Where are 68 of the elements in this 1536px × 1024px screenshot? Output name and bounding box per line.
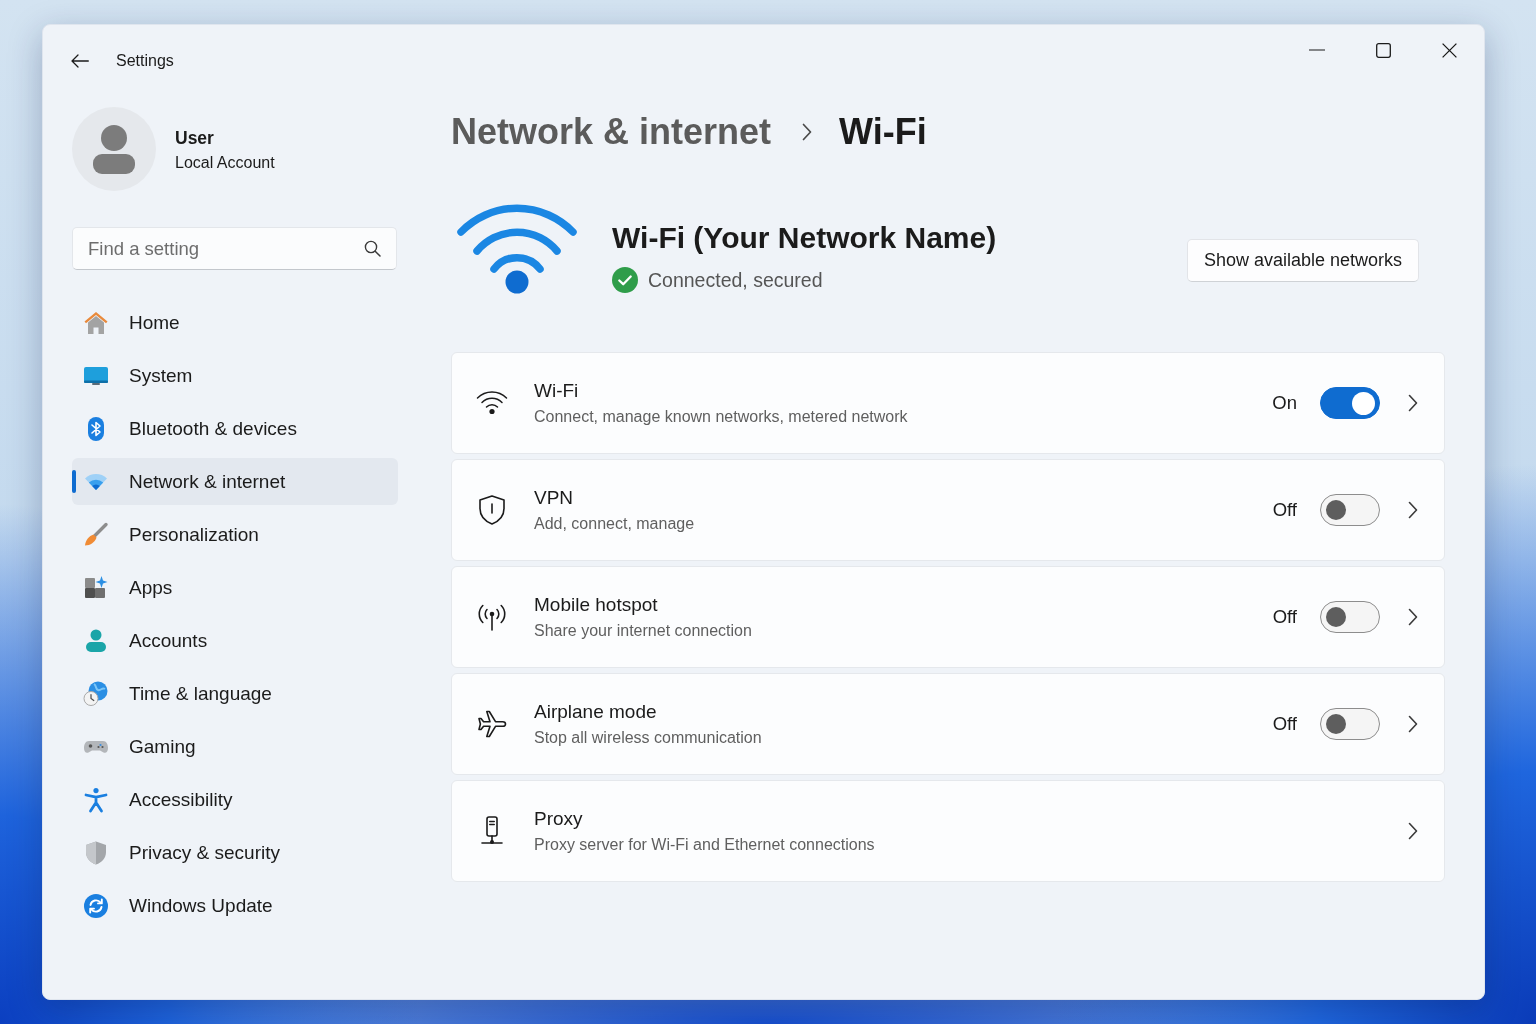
toggle-switch[interactable]	[1320, 494, 1380, 526]
show-networks-button[interactable]: Show available networks	[1186, 239, 1419, 282]
nav-item[interactable]: Windows Update	[72, 882, 398, 929]
setting-title: Proxy	[534, 807, 584, 831]
maximize-icon	[1375, 42, 1391, 58]
setting-card[interactable]: Airplane mode Stop all wireless communication Off	[451, 673, 1445, 775]
paintbrush-icon	[83, 521, 109, 548]
nav-item[interactable]: Home	[72, 299, 398, 346]
sync-icon	[83, 892, 109, 919]
toggle-state-label: Off	[1272, 499, 1297, 521]
toggle-switch[interactable]	[1320, 387, 1380, 419]
wifi-icon	[476, 389, 508, 417]
account-type: Local Account	[175, 154, 275, 172]
close-icon	[1441, 42, 1457, 58]
avatar-icon	[72, 107, 156, 191]
person-icon	[83, 627, 109, 654]
toggle-state-label: Off	[1272, 713, 1297, 735]
search-field[interactable]: Find a setting	[72, 227, 397, 270]
search-icon	[364, 240, 381, 257]
setting-card[interactable]: Mobile hotspot Share your internet connection Off	[451, 566, 1445, 668]
toggle-state-label: On	[1272, 392, 1297, 414]
network-name: Wi-Fi (Your Network Name)	[612, 220, 997, 256]
accessibility-icon	[83, 786, 109, 813]
nav-item[interactable]: Personalization	[72, 511, 398, 558]
setting-card[interactable]: Wi-Fi Connect, manage known networks, metered network On	[451, 352, 1445, 454]
arrow-left-icon	[71, 54, 89, 68]
setting-description: Proxy server for Wi-Fi and Ethernet connections	[534, 835, 876, 855]
setting-title: Mobile hotspot	[534, 593, 659, 617]
setting-title: Wi-Fi	[534, 379, 580, 403]
setting-title: VPN	[534, 486, 575, 510]
back-button[interactable]	[69, 52, 91, 70]
nav-item[interactable]: Privacy & security	[72, 829, 398, 876]
nav-item[interactable]: Bluetooth & devices	[72, 405, 398, 452]
setting-description: Connect, manage known networks, metered network	[534, 407, 909, 427]
shield-icon	[83, 839, 109, 866]
chevron-right-icon	[1408, 501, 1418, 519]
minimize-icon	[1309, 49, 1325, 51]
user-name: User	[175, 128, 215, 149]
toggle-switch[interactable]	[1320, 601, 1380, 633]
apps-grid-icon	[83, 574, 109, 601]
setting-card[interactable]: VPN Add, connect, manage Off	[451, 459, 1445, 561]
chevron-right-icon	[1408, 394, 1418, 412]
nav-item[interactable]: Network & internet	[72, 458, 398, 505]
toggle-switch[interactable]	[1320, 708, 1380, 740]
globe-clock-icon	[83, 680, 109, 707]
toggle-state-label: Off	[1272, 606, 1297, 628]
setting-description: Share your internet connection	[534, 621, 753, 641]
house-icon	[83, 309, 109, 336]
nav-item[interactable]: Apps	[72, 564, 398, 611]
setting-title: Airplane mode	[534, 700, 658, 724]
nav-item[interactable]: Gaming	[72, 723, 398, 770]
chevron-right-icon	[1408, 822, 1418, 840]
setting-description: Add, connect, manage	[534, 514, 696, 534]
window-title: Settings	[116, 52, 174, 70]
nav-item[interactable]: System	[72, 352, 398, 399]
chevron-right-icon	[1408, 715, 1418, 733]
setting-card[interactable]: Proxy Proxy server for Wi-Fi and Ethernet connections	[451, 780, 1445, 882]
nav-item[interactable]: Accessibility	[72, 776, 398, 823]
shield-icon	[476, 494, 508, 526]
setting-description: Stop all wireless communication	[534, 728, 763, 748]
airplane-icon	[476, 708, 508, 740]
breadcrumb-parent[interactable]: Network & internet	[451, 111, 772, 153]
nav-item[interactable]: Time & language	[72, 670, 398, 717]
chevron-right-icon	[802, 123, 813, 141]
connection-status: Connected, secured	[648, 268, 823, 292]
nav-item[interactable]: Accounts	[72, 617, 398, 664]
chevron-right-icon	[1408, 608, 1418, 626]
page-title: Wi-Fi	[839, 111, 927, 153]
